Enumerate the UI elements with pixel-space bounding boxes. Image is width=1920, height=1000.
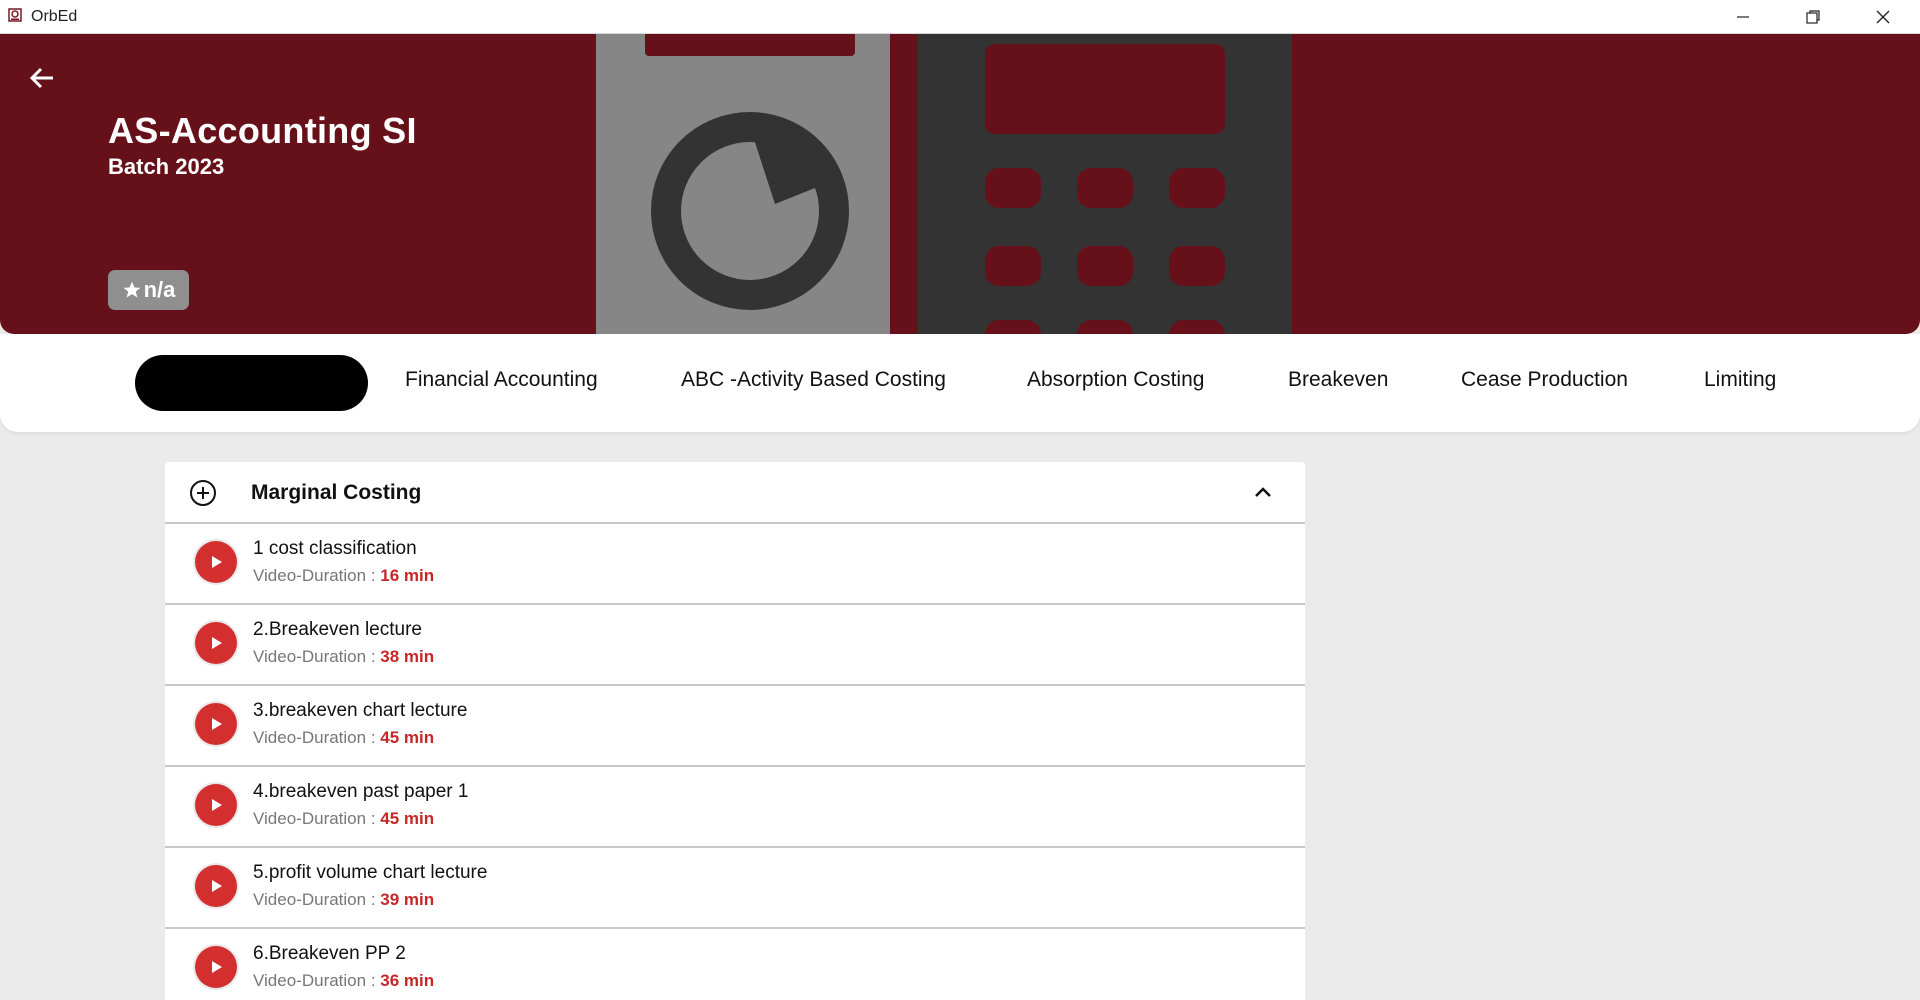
play-button[interactable] [195, 541, 237, 583]
duration-label: Video-Duration : [253, 809, 381, 828]
course-hero-banner: AS-Accounting SI Batch 2023 n/a [0, 34, 1920, 334]
tab-limiting[interactable]: Limiting [1704, 368, 1776, 392]
restore-icon [1806, 10, 1820, 24]
lecture-duration: Video-Duration : 45 min [253, 728, 434, 748]
play-button[interactable] [195, 622, 237, 664]
play-button[interactable] [195, 703, 237, 745]
tab-absorption-costing[interactable]: Absorption Costing [1027, 368, 1204, 392]
rating-badge: n/a [108, 270, 189, 310]
chapter-tabs: Financial Accounting ABC -Activity Based… [0, 334, 1920, 432]
section-panel: Marginal Costing 1 cost classification V… [165, 462, 1305, 1000]
window-title: OrbEd [31, 8, 78, 25]
duration-label: Video-Duration : [253, 728, 381, 747]
app-logo-icon [8, 8, 22, 22]
lecture-item[interactable]: 4.breakeven past paper 1 Video-Duration … [165, 767, 1305, 848]
tab-financial-accounting[interactable]: Financial Accounting [405, 368, 598, 392]
chevron-up-icon[interactable] [1251, 480, 1275, 504]
duration-value: 39 min [380, 890, 435, 909]
play-icon [212, 880, 222, 892]
course-batch: Batch 2023 [108, 154, 225, 179]
duration-value: 38 min [380, 647, 435, 666]
minimize-button[interactable] [1708, 0, 1778, 34]
close-icon [1876, 10, 1890, 24]
window-titlebar: OrbEd [0, 0, 1920, 34]
play-icon [212, 556, 222, 568]
lecture-item[interactable]: 1 cost classification Video-Duration : 1… [165, 524, 1305, 605]
tab-abc-activity-based-costing[interactable]: ABC -Activity Based Costing [681, 368, 946, 392]
section-title: Marginal Costing [251, 481, 422, 504]
star-icon [123, 281, 140, 298]
duration-label: Video-Duration : [253, 566, 381, 585]
calculator-chart-illustration [596, 34, 1292, 334]
lecture-item[interactable]: 3.breakeven chart lecture Video-Duration… [165, 686, 1305, 767]
arrow-left-icon [29, 67, 53, 89]
duration-label: Video-Duration : [253, 647, 381, 666]
lecture-duration: Video-Duration : 45 min [253, 809, 434, 829]
back-button[interactable] [24, 60, 60, 96]
lecture-item[interactable]: 5.profit volume chart lecture Video-Dura… [165, 848, 1305, 929]
rating-value: n/a [143, 277, 176, 302]
duration-value: 45 min [380, 728, 435, 747]
lecture-title: 1 cost classification [253, 538, 417, 559]
play-button[interactable] [195, 865, 237, 907]
close-window-button[interactable] [1848, 0, 1918, 34]
play-icon [212, 637, 222, 649]
lecture-item[interactable]: 2.Breakeven lecture Video-Duration : 38 … [165, 605, 1305, 686]
tab-cease-production[interactable]: Cease Production [1461, 368, 1628, 392]
minimize-icon [1737, 16, 1749, 18]
plus-circle-icon [190, 480, 216, 506]
play-button[interactable] [195, 946, 237, 988]
lecture-duration: Video-Duration : 36 min [253, 971, 434, 991]
duration-value: 45 min [380, 809, 435, 828]
lecture-title: 2.Breakeven lecture [253, 619, 422, 640]
lecture-title: 4.breakeven past paper 1 [253, 781, 469, 802]
lecture-item[interactable]: 6.Breakeven PP 2 Video-Duration : 36 min [165, 929, 1305, 1000]
play-icon [212, 961, 222, 973]
tab-breakeven[interactable]: Breakeven [1288, 368, 1388, 392]
duration-label: Video-Duration : [253, 971, 381, 990]
course-title: AS-Accounting SI [108, 110, 417, 151]
play-button[interactable] [195, 784, 237, 826]
tab-active[interactable] [135, 355, 368, 411]
lecture-title: 3.breakeven chart lecture [253, 700, 468, 721]
lecture-title: 5.profit volume chart lecture [253, 862, 488, 883]
duration-label: Video-Duration : [253, 890, 381, 909]
play-icon [212, 718, 222, 730]
restore-button[interactable] [1778, 0, 1848, 34]
lecture-title: 6.Breakeven PP 2 [253, 943, 406, 964]
duration-value: 16 min [380, 566, 435, 585]
lecture-duration: Video-Duration : 38 min [253, 647, 434, 667]
lecture-duration: Video-Duration : 39 min [253, 890, 434, 910]
section-header[interactable]: Marginal Costing [165, 462, 1305, 524]
play-icon [212, 799, 222, 811]
duration-value: 36 min [380, 971, 435, 990]
lecture-duration: Video-Duration : 16 min [253, 566, 434, 586]
